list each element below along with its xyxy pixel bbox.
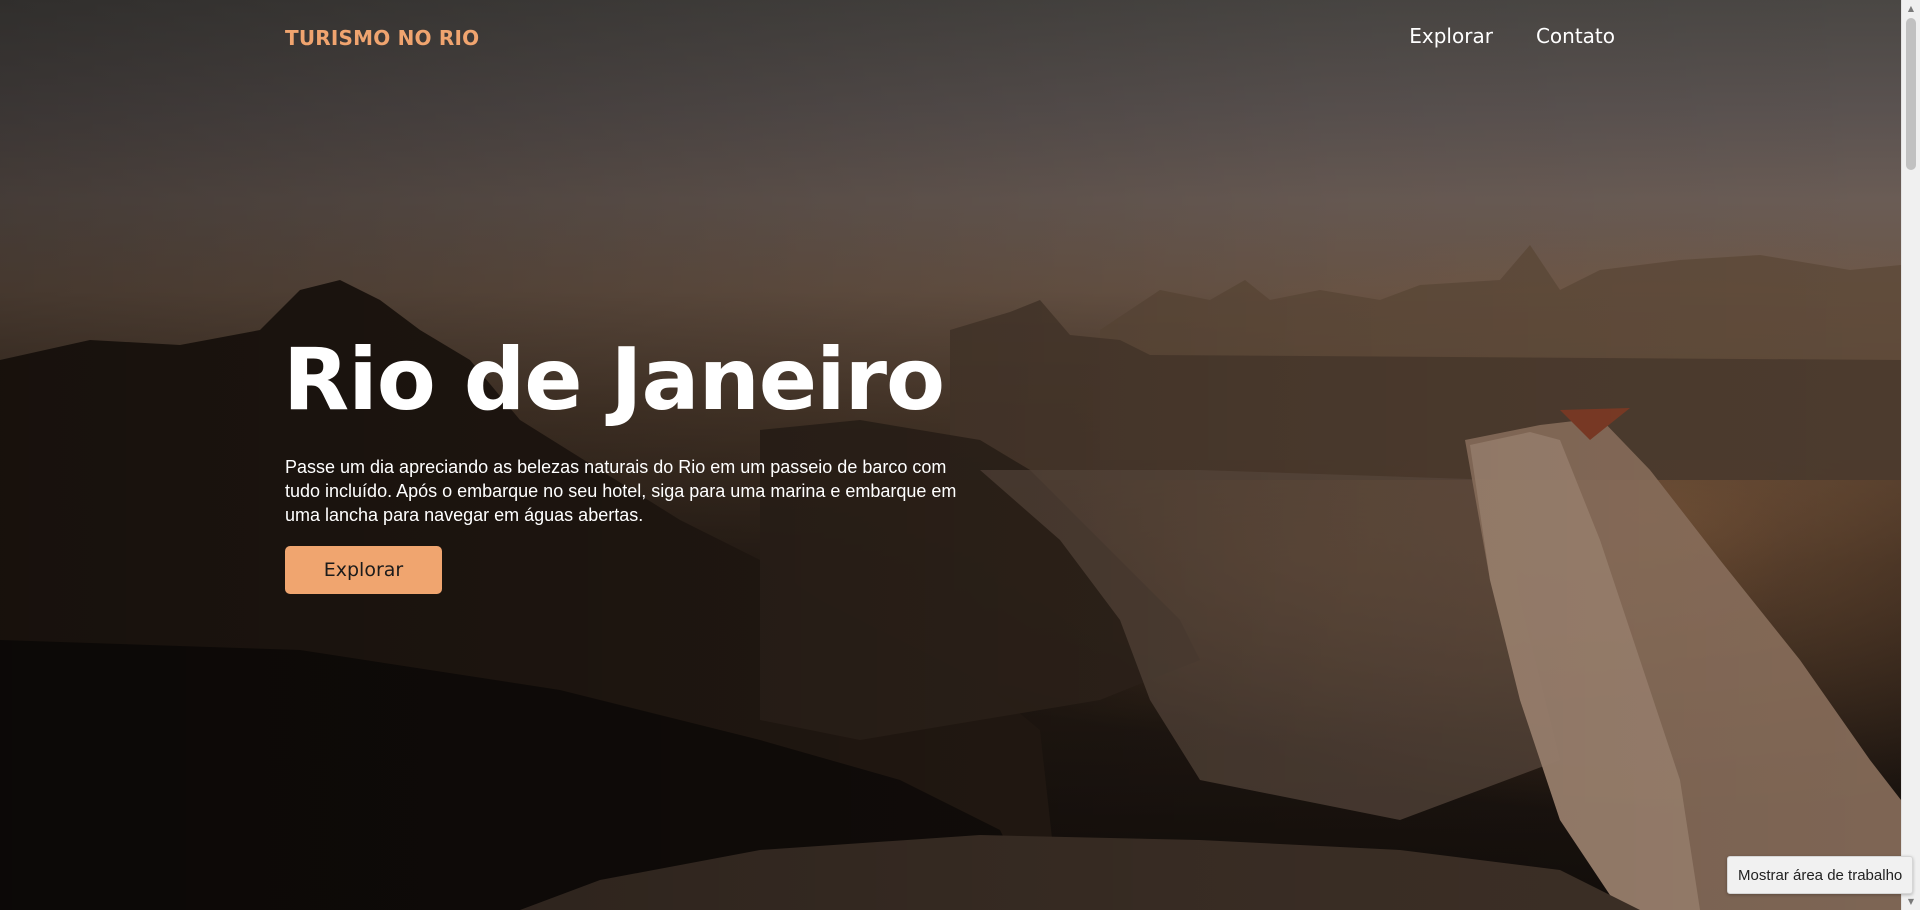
scroll-up-arrow-icon[interactable]: ▲	[1902, 0, 1920, 17]
top-navigation: TURISMO NO RIO Explorar Contato	[285, 24, 1615, 54]
nav-links: Explorar Contato	[1409, 24, 1615, 48]
scrollbar-thumb[interactable]	[1906, 18, 1916, 170]
show-desktop-tooltip: Mostrar área de trabalho	[1727, 856, 1914, 894]
vertical-scrollbar[interactable]: ▲ ▼	[1901, 0, 1920, 910]
hero-title: Rio de Janeiro	[283, 330, 945, 430]
brand-logo[interactable]: TURISMO NO RIO	[285, 26, 479, 50]
explore-button[interactable]: Explorar	[285, 546, 442, 594]
hero-description: Passe um dia apreciando as belezas natur…	[285, 457, 957, 525]
scroll-down-arrow-icon[interactable]: ▼	[1902, 893, 1920, 910]
nav-link-contato[interactable]: Contato	[1536, 24, 1615, 48]
nav-link-explorar[interactable]: Explorar	[1409, 24, 1493, 48]
